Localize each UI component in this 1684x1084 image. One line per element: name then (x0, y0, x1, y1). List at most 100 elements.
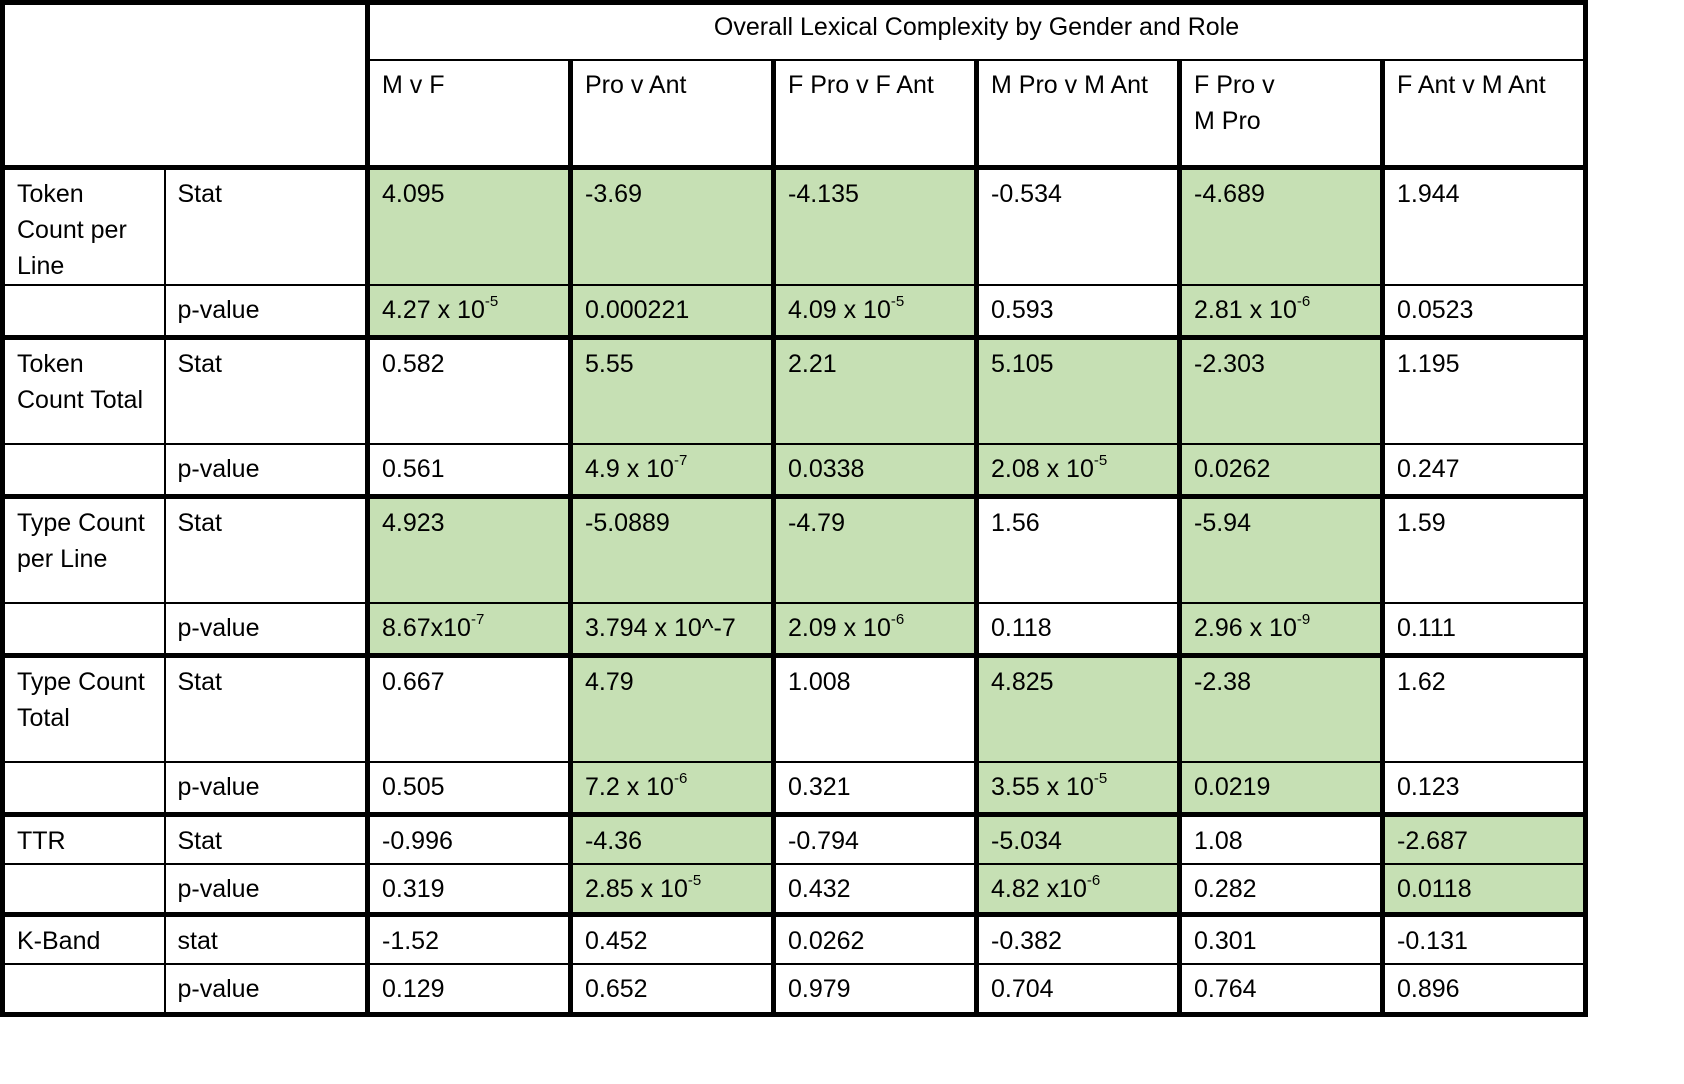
cell-value: -4.36 (585, 826, 642, 855)
metric-label: Type Count Total (1, 652, 166, 763)
p-value-label: p-value (163, 863, 369, 915)
cell-value: 0.704 (991, 975, 1054, 1003)
cell-value: 0.301 (1194, 926, 1257, 955)
cell-value: -0.794 (788, 826, 859, 855)
column-header: F Pro vM Pro (1177, 58, 1384, 169)
empty-metric-cell (1, 761, 166, 815)
value-cell: 1.195 (1380, 334, 1587, 445)
table-row: Type Count per Line Stat 4.923 -5.0889 -4.79… (1, 493, 1587, 604)
metric-label: Token Count per Line (1, 165, 166, 286)
cell-value: 0.319 (382, 875, 445, 903)
significant-value-cell: -4.135 (771, 165, 978, 286)
table-row: p-value 0.129 0.652 0.979 0.704 0.764 0.896 (1, 963, 1587, 1015)
value-cell: 0.321 (771, 761, 978, 815)
significant-value-cell: -5.94 (1177, 493, 1384, 604)
cell-value: 3.794 x 10^-7 (585, 614, 736, 642)
significant-value-cell: 2.81 x 10-6 (1177, 284, 1384, 338)
value-cell: 1.62 (1380, 652, 1587, 763)
empty-metric-cell (1, 443, 166, 497)
significant-value-cell: 4.79 (568, 652, 775, 763)
column-header: F Ant v M Ant (1380, 58, 1587, 169)
cell-value: 4.09 x 10 (788, 296, 891, 324)
value-cell: 0.301 (1177, 911, 1384, 965)
cell-value: 0.452 (585, 926, 648, 955)
cell-value: 1.62 (1397, 667, 1446, 696)
stat-label: Stat (163, 334, 369, 445)
significant-value-cell: 4.82 x10-6 (974, 863, 1181, 915)
cell-value: -2.303 (1194, 349, 1265, 378)
value-cell: 1.08 (1177, 811, 1384, 865)
column-header: M Pro v M Ant (974, 58, 1181, 169)
empty-metric-cell (1, 602, 166, 656)
significant-value-cell: 3.55 x 10-5 (974, 761, 1181, 815)
significant-value-cell: 4.095 (365, 165, 572, 286)
cell-value: 4.9 x 10 (585, 455, 674, 483)
significant-value-cell: 8.67x10-7 (365, 602, 572, 656)
significant-value-cell: -4.79 (771, 493, 978, 604)
cell-value: 1.56 (991, 508, 1040, 537)
cell-value: 1.008 (788, 667, 851, 696)
value-cell: -0.996 (365, 811, 572, 865)
value-cell: 0.561 (365, 443, 572, 497)
significant-value-cell: -2.687 (1380, 811, 1587, 865)
cell-exponent: -6 (673, 769, 688, 787)
column-header: F Pro v F Ant (771, 58, 978, 169)
cell-value: 0.561 (382, 455, 445, 483)
cell-exponent: -6 (890, 610, 905, 628)
stat-label: Stat (163, 652, 369, 763)
cell-value: 4.095 (382, 180, 445, 208)
table-row: p-value 0.319 2.85 x 10-5 0.432 4.82 x10-6 0.… (1, 863, 1587, 915)
cell-value: 4.825 (991, 667, 1054, 696)
value-cell: -0.131 (1380, 911, 1587, 965)
value-cell: 0.582 (365, 334, 572, 445)
empty-metric-cell (1, 963, 166, 1015)
p-value-label: p-value (163, 602, 369, 656)
value-cell: 1.59 (1380, 493, 1587, 604)
value-cell: 1.944 (1380, 165, 1587, 286)
cell-value: 0.505 (382, 773, 445, 801)
cell-value: -3.69 (585, 180, 642, 208)
cell-value: -1.52 (382, 926, 439, 955)
cell-value: 2.21 (788, 349, 837, 378)
significant-value-cell: 4.825 (974, 652, 1181, 763)
cell-value: 2.85 x 10 (585, 875, 688, 903)
value-cell: -0.382 (974, 911, 1181, 965)
p-value-label: p-value (163, 284, 369, 338)
table-title: Overall Lexical Complexity by Gender and… (365, 1, 1587, 61)
cell-value: -0.131 (1397, 926, 1468, 955)
value-cell: 1.56 (974, 493, 1181, 604)
value-cell: 1.008 (771, 652, 978, 763)
cell-value: 0.247 (1397, 455, 1460, 483)
cell-value: 0.111 (1397, 614, 1456, 642)
stat-label: stat (163, 911, 369, 965)
metric-label: Token Count Total (1, 334, 166, 445)
stat-label: Stat (163, 811, 369, 865)
significant-value-cell: 4.09 x 10-5 (771, 284, 978, 338)
cell-value: 0.0219 (1194, 773, 1271, 801)
table-row: Token Count Total Stat 0.582 5.55 2.21 5.105 -… (1, 334, 1587, 445)
cell-value: -5.0889 (585, 508, 670, 537)
significant-value-cell: 3.794 x 10^-7 (568, 602, 775, 656)
value-cell: 0.505 (365, 761, 572, 815)
value-cell: 0.652 (568, 963, 775, 1015)
value-cell: -1.52 (365, 911, 572, 965)
cell-value: 4.79 (585, 667, 634, 696)
cell-value: 0.979 (788, 975, 851, 1003)
significant-value-cell: 7.2 x 10-6 (568, 761, 775, 815)
value-cell: 0.247 (1380, 443, 1587, 497)
cell-value: 4.82 x10 (991, 875, 1087, 903)
cell-value: 0.652 (585, 975, 648, 1003)
cell-value: -5.034 (991, 826, 1062, 855)
cell-exponent: -9 (1296, 610, 1311, 628)
value-cell: 0.129 (365, 963, 572, 1015)
value-cell: 0.896 (1380, 963, 1587, 1015)
empty-metric-cell (1, 863, 166, 915)
cell-value: 0.0262 (1194, 455, 1271, 483)
cell-exponent: -6 (1086, 871, 1101, 889)
cell-exponent: -5 (1093, 451, 1108, 469)
cell-exponent: -6 (1296, 292, 1311, 310)
value-cell: 0.118 (974, 602, 1181, 656)
cell-value: -4.689 (1194, 180, 1265, 208)
cell-value: -0.996 (382, 826, 453, 855)
value-cell: 0.0523 (1380, 284, 1587, 338)
